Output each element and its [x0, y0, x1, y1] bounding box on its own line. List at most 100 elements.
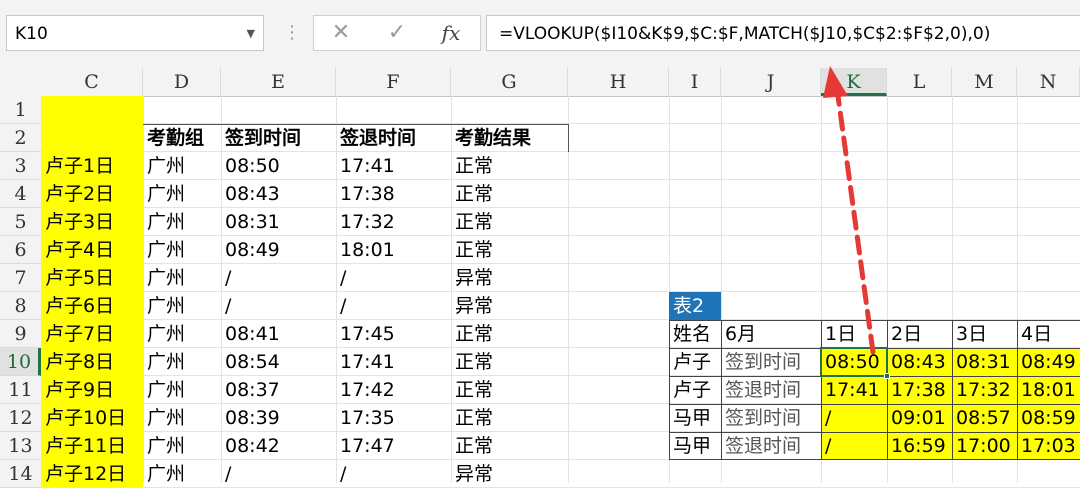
column-header-m[interactable]: M — [952, 68, 1017, 96]
table2-time-cell[interactable]: 08:31 — [952, 348, 1017, 376]
table1-checkin-cell[interactable]: 08:41 — [221, 320, 336, 348]
table1-group-cell[interactable]: 广州 — [143, 348, 221, 376]
table1-checkout-cell[interactable]: 17:32 — [336, 208, 451, 236]
table1-checkout-cell[interactable]: 17:41 — [336, 152, 451, 180]
row-header-5[interactable]: 5 — [0, 208, 41, 236]
table2-header-cell[interactable]: 1日 — [821, 320, 887, 348]
column-header-e[interactable]: E — [221, 68, 336, 96]
table1-result-cell[interactable]: 正常 — [451, 348, 568, 376]
close-icon[interactable]: ✕ — [323, 15, 359, 51]
table1-checkout-cell[interactable]: / — [336, 292, 451, 320]
table1-name-cell[interactable]: 卢子7日 — [41, 320, 143, 348]
dropdown-arrow-icon[interactable]: ▼ — [247, 16, 255, 52]
table1-checkout-cell[interactable]: 17:45 — [336, 320, 451, 348]
table1-checkin-cell[interactable]: 08:42 — [221, 432, 336, 460]
table2-label[interactable]: 表2 — [669, 292, 721, 320]
column-header-k[interactable]: K — [821, 68, 887, 96]
row-header-11[interactable]: 11 — [0, 376, 41, 404]
table1-group-cell[interactable]: 广州 — [143, 404, 221, 432]
name-box[interactable]: K10 ▼ — [6, 15, 264, 51]
table2-name-cell[interactable]: 卢子 — [669, 348, 721, 376]
table1-name-cell[interactable]: 卢子1日 — [41, 152, 143, 180]
table2-name-cell[interactable]: 马甲 — [669, 432, 721, 460]
row-header-4[interactable]: 4 — [0, 180, 41, 208]
table1-result-cell[interactable]: 异常 — [451, 460, 568, 488]
table1-group-cell[interactable]: 广州 — [143, 460, 221, 488]
table2-type-cell[interactable]: 签到时间 — [721, 404, 821, 432]
table1-group-cell[interactable]: 广州 — [143, 292, 221, 320]
row-header-12[interactable]: 12 — [0, 404, 41, 432]
table2-header-cell[interactable]: 2日 — [887, 320, 952, 348]
row-header-2[interactable]: 2 — [0, 124, 41, 152]
row-header-1[interactable]: 1 — [0, 96, 41, 124]
column-header-j[interactable]: J — [721, 68, 821, 96]
table1-result-cell[interactable]: 正常 — [451, 180, 568, 208]
formula-input[interactable]: =VLOOKUP($I10&K$9,$C:$F,MATCH($J10,$C$2:… — [486, 15, 1080, 51]
table2-time-cell[interactable]: 08:57 — [952, 404, 1017, 432]
table2-time-cell[interactable]: 17:00 — [952, 432, 1017, 460]
column-header-n[interactable]: N — [1017, 68, 1080, 96]
row-header-9[interactable]: 9 — [0, 320, 41, 348]
column-header-d[interactable]: D — [143, 68, 221, 96]
row-header-6[interactable]: 6 — [0, 236, 41, 264]
table1-result-cell[interactable]: 正常 — [451, 432, 568, 460]
table1-result-cell[interactable]: 正常 — [451, 376, 568, 404]
table2-time-cell[interactable]: 09:01 — [887, 404, 952, 432]
active-cell-selection[interactable] — [820, 347, 888, 377]
table2-type-cell[interactable]: 签到时间 — [721, 348, 821, 376]
table1-group-cell[interactable]: 广州 — [143, 264, 221, 292]
table1-checkout-cell[interactable]: 17:42 — [336, 376, 451, 404]
table2-time-cell[interactable]: 17:38 — [887, 376, 952, 404]
table2-name-cell[interactable]: 马甲 — [669, 404, 721, 432]
column-header-c[interactable]: C — [41, 68, 143, 96]
table1-result-cell[interactable]: 异常 — [451, 264, 568, 292]
table1-checkin-cell[interactable]: / — [221, 264, 336, 292]
table1-group-cell[interactable]: 广州 — [143, 376, 221, 404]
column-header-l[interactable]: L — [887, 68, 952, 96]
table2-time-cell[interactable]: 16:59 — [887, 432, 952, 460]
table1-checkout-cell[interactable]: 18:01 — [336, 236, 451, 264]
table1-name-cell[interactable]: 卢子6日 — [41, 292, 143, 320]
table1-checkout-cell[interactable]: 17:38 — [336, 180, 451, 208]
column-header-h[interactable]: H — [568, 68, 669, 96]
table2-type-cell[interactable]: 签退时间 — [721, 376, 821, 404]
table1-result-cell[interactable]: 异常 — [451, 292, 568, 320]
table2-type-cell[interactable]: 签退时间 — [721, 432, 821, 460]
table2-time-cell[interactable]: 08:59 — [1017, 404, 1080, 432]
table1-name-cell[interactable]: 卢子10日 — [41, 404, 143, 432]
column-header-g[interactable]: G — [451, 68, 568, 96]
row-header-3[interactable]: 3 — [0, 152, 41, 180]
table1-checkin-cell[interactable]: 08:31 — [221, 208, 336, 236]
table1-group-cell[interactable]: 广州 — [143, 236, 221, 264]
table1-name-cell[interactable]: 卢子12日 — [41, 460, 143, 488]
table2-header-cell[interactable]: 3日 — [952, 320, 1017, 348]
table1-checkout-cell[interactable]: / — [336, 460, 451, 488]
table2-header-cell[interactable]: 6月 — [721, 320, 821, 348]
table2-time-cell[interactable]: 17:03 — [1017, 432, 1080, 460]
column-header-i[interactable]: I — [669, 68, 721, 96]
table1-group-cell[interactable]: 广州 — [143, 208, 221, 236]
table1-group-cell[interactable]: 广州 — [143, 432, 221, 460]
table2-time-cell[interactable]: / — [821, 432, 887, 460]
table2-header-cell[interactable]: 姓名 — [669, 320, 721, 348]
table1-name-cell[interactable]: 卢子9日 — [41, 376, 143, 404]
table1-checkin-cell[interactable]: 08:43 — [221, 180, 336, 208]
table1-result-cell[interactable]: 正常 — [451, 404, 568, 432]
row-header-14[interactable]: 14 — [0, 460, 41, 488]
insert-function-button[interactable]: fx — [433, 15, 469, 51]
check-icon[interactable]: ✓ — [379, 15, 415, 51]
table1-checkout-cell[interactable]: 17:47 — [336, 432, 451, 460]
table1-header-cell[interactable]: 考勤结果 — [451, 124, 568, 152]
table2-time-cell[interactable]: 17:41 — [821, 376, 887, 404]
table1-checkout-cell[interactable]: 17:35 — [336, 404, 451, 432]
table1-group-cell[interactable]: 广州 — [143, 152, 221, 180]
table1-header-cell[interactable]: 签退时间 — [336, 124, 451, 152]
table1-name-cell[interactable]: 卢子2日 — [41, 180, 143, 208]
table2-time-cell[interactable]: 17:32 — [952, 376, 1017, 404]
table1-checkin-cell[interactable]: 08:54 — [221, 348, 336, 376]
row-header-13[interactable]: 13 — [0, 432, 41, 460]
fill-handle[interactable] — [884, 373, 890, 379]
table1-checkout-cell[interactable]: / — [336, 264, 451, 292]
table1-checkin-cell[interactable]: 08:50 — [221, 152, 336, 180]
table1-checkin-cell[interactable]: / — [221, 292, 336, 320]
